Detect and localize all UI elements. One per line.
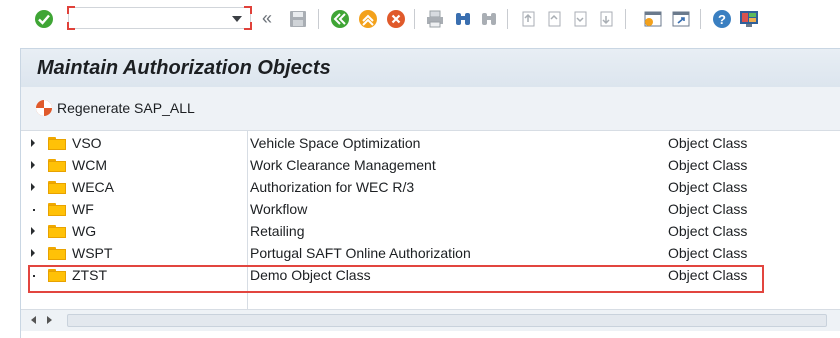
folder-icon (48, 159, 66, 172)
folder-icon (48, 225, 66, 238)
object-class-description: Workflow (250, 201, 308, 217)
application-toolbar: Regenerate SAP_ALL (21, 87, 840, 131)
folder-icon (48, 137, 66, 150)
first-page-icon[interactable] (517, 8, 539, 30)
enter-icon[interactable] (33, 8, 55, 30)
previous-page-icon[interactable] (543, 8, 565, 30)
regenerate-label: Regenerate SAP_ALL (57, 100, 195, 116)
object-class-description: Portugal SAFT Online Authorization (250, 245, 471, 261)
scroll-thumb[interactable] (67, 314, 827, 327)
tree-row[interactable]: WF Workflow Object Class (21, 199, 840, 221)
folder-icon (48, 203, 66, 216)
tree-row[interactable]: WSPT Portugal SAFT Online Authorization … (21, 243, 840, 265)
object-class-name: WF (72, 201, 94, 217)
object-class-name: WECA (72, 179, 114, 195)
expand-icon[interactable] (31, 249, 35, 257)
svg-text:?: ? (718, 12, 726, 27)
object-class-type: Object Class (668, 179, 748, 195)
shortcut-icon[interactable] (670, 8, 692, 30)
object-class-description: Retailing (250, 223, 305, 239)
object-class-description: Authorization for WEC R/3 (250, 179, 415, 195)
tree-row[interactable]: VSO Vehicle Space Optimization Object Cl… (21, 133, 840, 155)
regenerate-icon (36, 100, 52, 116)
tree-row[interactable]: WCM Work Clearance Management Object Cla… (21, 155, 840, 177)
cancel-icon[interactable] (385, 8, 407, 30)
folder-icon (48, 181, 66, 194)
object-class-type: Object Class (668, 201, 748, 217)
folder-icon (48, 247, 66, 260)
title-bar: Maintain Authorization Objects (21, 49, 840, 87)
object-class-name: WG (72, 223, 97, 239)
object-class-type: Object Class (668, 223, 748, 239)
scroll-left-icon[interactable] (31, 316, 36, 324)
back-icon[interactable] (329, 8, 351, 30)
exit-icon[interactable] (357, 8, 379, 30)
object-class-description: Work Clearance Management (250, 157, 436, 173)
save-icon[interactable] (287, 8, 309, 30)
find-next-icon[interactable] (478, 8, 500, 30)
expand-icon[interactable] (31, 161, 35, 169)
object-class-name: VSO (72, 135, 102, 151)
expand-icon[interactable] (31, 183, 35, 191)
object-class-description: Vehicle Space Optimization (250, 135, 421, 151)
object-class-type: Object Class (668, 157, 748, 173)
last-page-icon[interactable] (595, 8, 617, 30)
customize-layout-icon[interactable] (738, 8, 760, 30)
object-class-type: Object Class (668, 135, 748, 151)
expand-icon[interactable] (31, 139, 35, 147)
page-title: Maintain Authorization Objects (37, 57, 331, 79)
more-toggle[interactable]: « (262, 7, 272, 29)
object-class-name: WSPT (72, 245, 113, 261)
find-icon[interactable] (452, 8, 474, 30)
expand-icon[interactable] (31, 227, 35, 235)
regenerate-button[interactable]: Regenerate SAP_ALL (35, 99, 195, 117)
scroll-right-icon[interactable] (47, 316, 52, 324)
system-toolbar: « ? (0, 0, 840, 38)
leaf-dot-icon (33, 209, 35, 211)
tree-row[interactable]: WECA Authorization for WEC R/3 Object Cl… (21, 177, 840, 199)
object-class-type: Object Class (668, 245, 748, 261)
highlight-box (28, 265, 764, 293)
chevron-down-icon[interactable] (232, 16, 242, 22)
command-field[interactable] (67, 6, 252, 30)
help-icon[interactable]: ? (711, 8, 733, 30)
create-session-icon[interactable] (642, 8, 664, 30)
print-icon[interactable] (424, 8, 446, 30)
object-class-name: WCM (72, 157, 107, 173)
next-page-icon[interactable] (569, 8, 591, 30)
horizontal-scrollbar[interactable] (21, 309, 840, 331)
tree-row[interactable]: WG Retailing Object Class (21, 221, 840, 243)
